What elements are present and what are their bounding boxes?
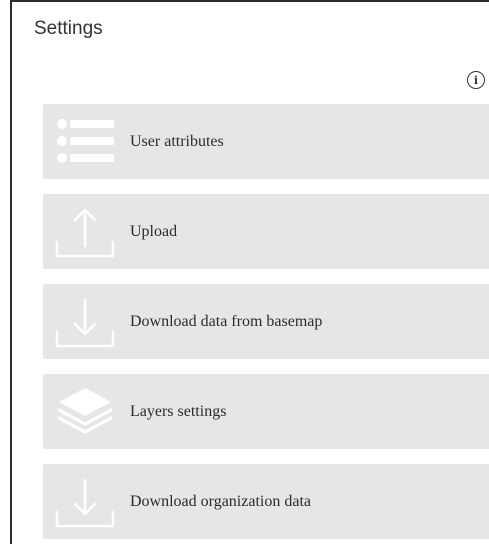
download-organization-label: Download organization data <box>130 493 311 510</box>
user-attributes-button[interactable]: User attributes <box>43 104 489 179</box>
info-icon[interactable]: i <box>467 71 485 89</box>
upload-button[interactable]: Upload <box>43 194 489 269</box>
upload-label: Upload <box>130 223 178 240</box>
download-organization-button[interactable]: Download organization data <box>43 464 489 539</box>
download-icon <box>55 478 115 528</box>
panel-title: Settings <box>34 18 103 39</box>
download-icon <box>55 298 115 348</box>
download-basemap-label: Download data from basemap <box>130 313 323 330</box>
info-glyph: i <box>473 73 479 87</box>
layers-settings-button[interactable]: Layers settings <box>43 374 489 449</box>
upload-icon <box>55 208 115 258</box>
user-attributes-label: User attributes <box>130 133 224 150</box>
layers-icon <box>57 388 113 434</box>
download-basemap-button[interactable]: Download data from basemap <box>43 284 489 359</box>
settings-panel: Settings i User attributes Upload Downlo… <box>10 0 489 544</box>
list-icon <box>57 119 114 163</box>
layers-settings-label: Layers settings <box>130 403 227 420</box>
